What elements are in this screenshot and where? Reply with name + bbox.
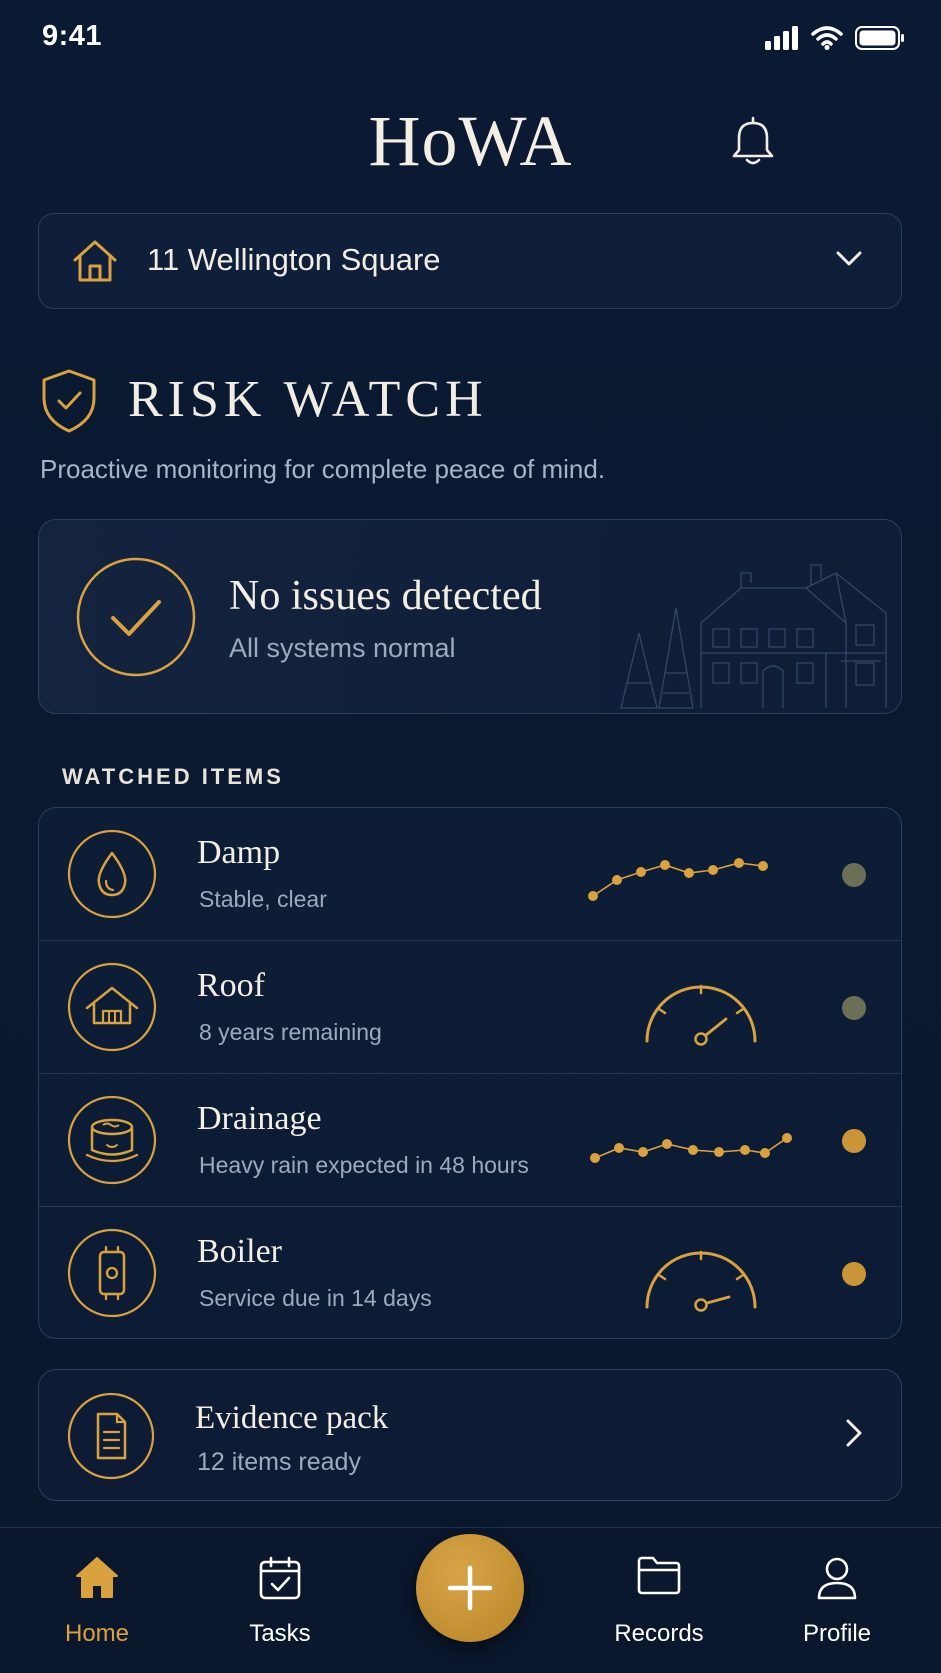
status-icons (765, 24, 905, 52)
watch-item-roof[interactable]: Roof 8 years remaining (39, 941, 901, 1074)
property-selector[interactable]: 11 Wellington Square (38, 213, 902, 309)
watched-items-label: WATCHED ITEMS (62, 764, 284, 789)
battery-icon (855, 26, 904, 50)
chevron-right-icon (846, 1419, 862, 1447)
tab-label: Profile (802, 1620, 872, 1647)
watch-item-drainage[interactable]: Drainage Heavy rain expected in 48 hours (39, 1074, 901, 1207)
shield-check-icon (42, 369, 96, 433)
property-address: 11 Wellington Square (147, 242, 441, 277)
house-icon (73, 240, 117, 282)
watch-item-name: Damp (197, 834, 281, 871)
tab-records[interactable]: Records (584, 1528, 734, 1673)
gauge-chart (645, 1250, 757, 1312)
house-illustration (620, 564, 887, 709)
watch-item-description: Service due in 14 days (199, 1285, 432, 1311)
sparkline-chart (588, 858, 768, 901)
boiler-icon (67, 1228, 157, 1318)
app-title: HoWA (368, 101, 573, 181)
sparkline-chart (590, 1133, 792, 1163)
folder-icon (637, 1556, 681, 1595)
status-dot (842, 1129, 866, 1153)
tasks-icon (259, 1556, 301, 1600)
drain-icon (67, 1095, 157, 1185)
status-time: 9:41 (42, 20, 103, 52)
watch-item-name: Roof (197, 967, 265, 1004)
watch-item-description: Stable, clear (199, 886, 327, 912)
evidence-pack-title: Evidence pack (195, 1400, 389, 1436)
status-bar: 9:41 (0, 0, 941, 80)
evidence-pack-card[interactable]: Evidence pack 12 items ready (38, 1369, 902, 1501)
profile-icon (817, 1557, 857, 1600)
house-roof-icon (67, 962, 157, 1052)
watch-item-boiler[interactable]: Boiler Service due in 14 days (39, 1207, 901, 1338)
plus-icon (447, 1565, 493, 1611)
tab-profile[interactable]: Profile (762, 1528, 912, 1673)
gauge-chart (645, 984, 757, 1046)
tab-label: Records (614, 1620, 704, 1647)
watch-item-name: Drainage (197, 1100, 322, 1137)
home-icon (76, 1557, 118, 1598)
tab-home[interactable]: Home (22, 1528, 172, 1673)
watch-item-description: Heavy rain expected in 48 hours (199, 1152, 529, 1178)
risk-watch-title: RISK WATCH (128, 371, 488, 428)
tab-label: Home (64, 1620, 130, 1647)
tab-tasks[interactable]: Tasks (205, 1528, 355, 1673)
status-subtitle: All systems normal (229, 633, 456, 663)
tab-label: Tasks (249, 1620, 311, 1647)
status-dot (842, 863, 866, 887)
watched-items-list: Damp Stable, clear Roof 8 years remainin… (38, 807, 902, 1339)
risk-watch-subtitle: Proactive monitoring for complete peace … (40, 454, 606, 484)
watch-item-name: Boiler (197, 1233, 282, 1270)
check-circle-icon (76, 557, 196, 677)
document-icon (67, 1392, 155, 1480)
evidence-pack-subtitle: 12 items ready (197, 1448, 361, 1476)
signal-icon (765, 26, 798, 50)
add-button[interactable] (416, 1534, 524, 1642)
status-dot (842, 1262, 866, 1286)
status-dot (842, 996, 866, 1020)
chevron-down-icon (836, 251, 862, 266)
watch-item-damp[interactable]: Damp Stable, clear (39, 808, 901, 941)
status-title: No issues detected (229, 573, 542, 619)
water-drop-icon (67, 829, 157, 919)
wifi-icon (811, 26, 843, 50)
watch-item-description: 8 years remaining (199, 1019, 382, 1045)
status-card: No issues detected All systems normal (38, 519, 902, 714)
bell-icon[interactable] (730, 114, 776, 166)
